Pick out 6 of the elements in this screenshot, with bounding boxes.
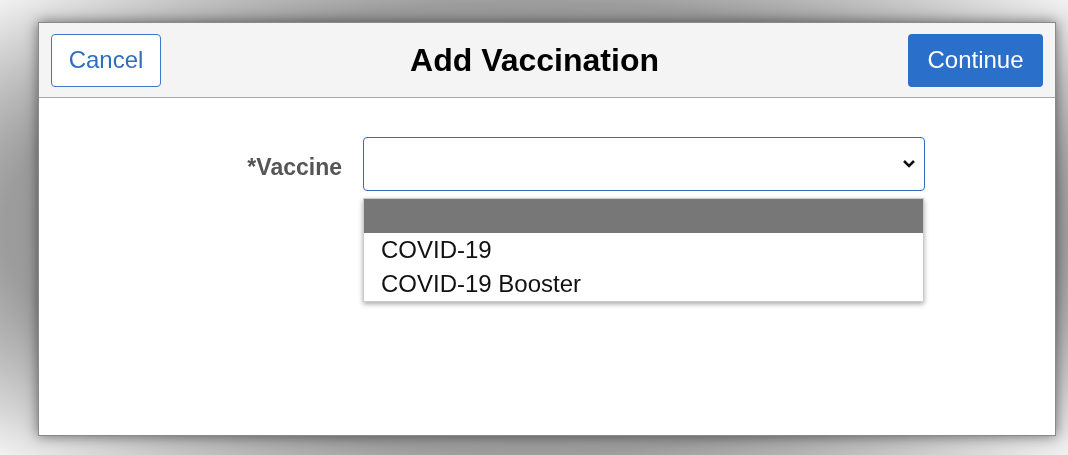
field-label: *Vaccine [246,153,343,182]
dropdown-option[interactable]: COVID-19 Booster [364,267,923,301]
dropdown-option[interactable]: COVID-19 [364,233,923,267]
dialog-title: Add Vaccination [410,41,659,80]
cancel-button[interactable]: Cancel [51,33,161,87]
continue-button[interactable]: Continue [908,33,1043,87]
